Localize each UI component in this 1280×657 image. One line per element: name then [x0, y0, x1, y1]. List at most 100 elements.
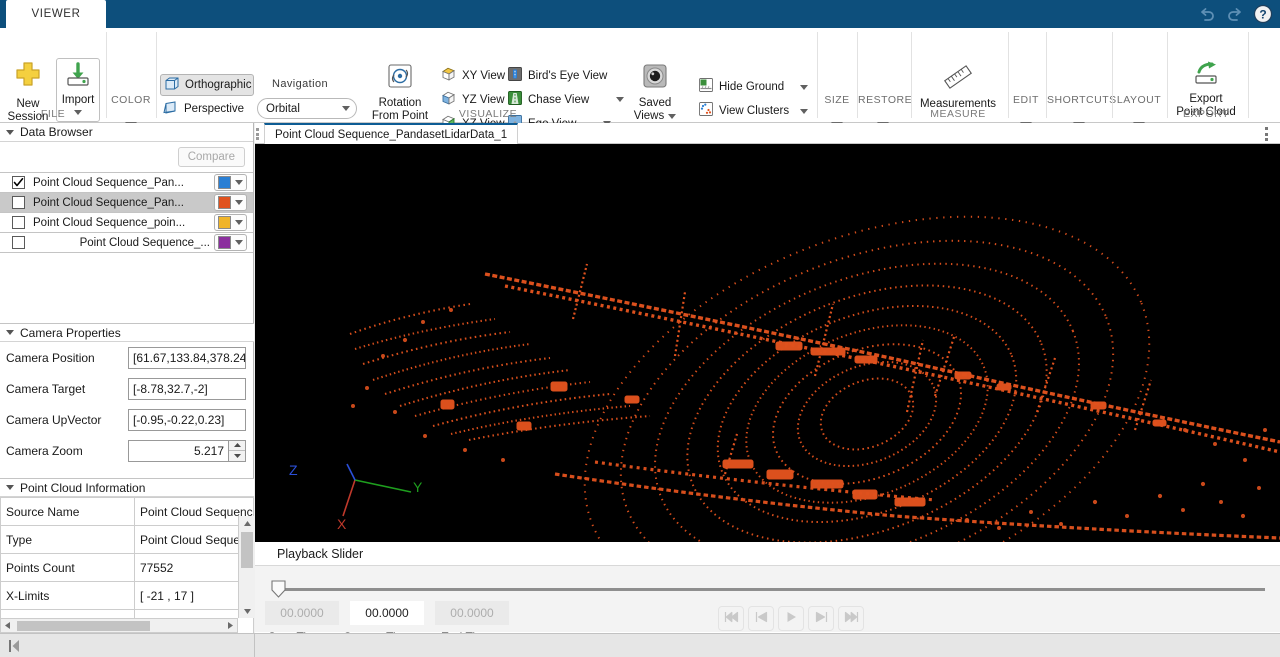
svg-text:X: X	[337, 516, 347, 532]
hide-ground-button[interactable]: Hide Ground	[695, 76, 787, 97]
color-swatch-control[interactable]	[214, 194, 247, 211]
camera-zoom-label: Camera Zoom	[6, 443, 83, 458]
color-chevron-down-icon[interactable]	[235, 180, 243, 185]
playback-slider-thumb[interactable]	[271, 580, 287, 598]
table-cell-value: Point Cloud Sequenc	[133, 525, 255, 554]
status-bar	[0, 633, 1280, 657]
scrollbar-thumb[interactable]	[241, 532, 253, 568]
play-icon	[784, 611, 799, 626]
redo-icon[interactable]	[1224, 3, 1246, 25]
projection-orthographic-button[interactable]: Orthographic	[160, 74, 254, 96]
list-item-label: Point Cloud Sequence_...	[79, 236, 210, 249]
tab-viewer[interactable]: VIEWER	[6, 0, 106, 28]
checkbox-checked-icon[interactable]	[12, 176, 25, 189]
color-group-label: COLOR	[111, 94, 151, 106]
chase-view-chevron-down-icon[interactable]	[616, 97, 625, 102]
color-chevron-down-icon[interactable]	[235, 220, 243, 225]
measurements-button[interactable]: Measurements	[912, 62, 1004, 111]
jump-to-end-button[interactable]	[838, 606, 864, 631]
camera-zoom-field[interactable]: 5.217	[128, 439, 229, 462]
point-cloud-information-table: Source Name Point Cloud Sequenc Type Poi…	[0, 497, 255, 638]
birds-eye-view-button[interactable]: Bird's Eye View	[504, 65, 610, 86]
help-icon[interactable]: ?	[1252, 3, 1274, 25]
play-button[interactable]	[778, 606, 804, 631]
camera-position-field[interactable]: [61.67,133.84,378.24	[128, 346, 246, 369]
scroll-left-icon[interactable]	[4, 619, 12, 633]
current-time-field[interactable]: 00.0000	[350, 601, 424, 625]
camera-properties-title: Camera Properties	[20, 325, 121, 340]
scrollbar-thumb[interactable]	[17, 621, 150, 631]
list-item[interactable]: Point Cloud Sequence_Pan...	[0, 193, 253, 213]
document-tab-label: Point Cloud Sequence_PandasetLidarData_1	[275, 128, 508, 141]
jump-to-start-icon	[724, 611, 739, 626]
hide-ground-chevron-down-icon[interactable]	[800, 85, 808, 90]
playback-slider-track[interactable]	[285, 588, 1265, 591]
table-row: Type Point Cloud Sequenc	[0, 525, 255, 554]
list-item[interactable]: Point Cloud Sequence_Pan...	[0, 173, 253, 193]
camera-properties-section: Camera Properties Camera Position [61.67…	[0, 323, 254, 466]
camera-zoom-stepper[interactable]	[229, 439, 246, 462]
data-browser-collapse-icon[interactable]	[6, 129, 14, 135]
stepper-down-icon[interactable]	[229, 451, 245, 461]
color-swatch-control[interactable]	[214, 174, 247, 191]
camera-properties-collapse-icon[interactable]	[6, 330, 14, 335]
point-cloud-information-collapse-icon[interactable]	[6, 485, 14, 490]
collapse-panel-icon[interactable]	[7, 638, 23, 657]
scroll-up-icon[interactable]	[239, 516, 255, 530]
xy-view-button[interactable]: XY View	[437, 65, 508, 86]
document-area: Point Cloud Sequence_PandasetLidarData_1	[255, 123, 1280, 644]
list-item[interactable]: Point Cloud Sequence_...	[0, 233, 253, 253]
checkbox-unchecked-icon[interactable]	[12, 236, 25, 249]
data-browser-header[interactable]: Data Browser	[0, 123, 253, 142]
color-swatch-control[interactable]	[214, 214, 247, 231]
navigation-label: Navigation	[272, 78, 328, 90]
scroll-down-icon[interactable]	[239, 604, 255, 618]
tab-drag-handle-icon[interactable]	[256, 128, 262, 140]
step-forward-icon	[814, 611, 829, 626]
color-swatch	[218, 196, 231, 209]
camera-properties-header[interactable]: Camera Properties	[0, 323, 254, 342]
yz-view-button[interactable]: YZ View	[437, 89, 508, 110]
camera-zoom-row: Camera Zoom 5.217	[0, 435, 254, 466]
checkbox-unchecked-icon[interactable]	[12, 216, 25, 229]
checkbox-unchecked-icon[interactable]	[12, 196, 25, 209]
table-cell-value: 77552	[133, 553, 255, 582]
compare-button[interactable]: Compare	[177, 147, 245, 167]
undo-icon[interactable]	[1196, 3, 1218, 25]
step-back-button[interactable]	[748, 606, 774, 631]
chase-view-button[interactable]: Chase View	[504, 89, 627, 110]
left-panel: Data Browser Compare Point Cloud Sequenc…	[0, 123, 255, 638]
scroll-right-icon[interactable]	[226, 619, 234, 633]
list-item[interactable]: Point Cloud Sequence_poin...	[0, 213, 253, 233]
point-cloud-information-header[interactable]: Point Cloud Information	[0, 478, 254, 497]
export-icon	[1191, 61, 1221, 91]
birds-eye-view-icon	[507, 66, 523, 85]
camera-upvector-field[interactable]: [-0.95,-0.22,0.23]	[128, 408, 246, 431]
color-swatch	[218, 176, 231, 189]
color-chevron-down-icon[interactable]	[235, 200, 243, 205]
document-tab[interactable]: Point Cloud Sequence_PandasetLidarData_1	[264, 123, 519, 144]
point-cloud-viewport[interactable]: X Y Z	[255, 144, 1280, 542]
group-label-visualize: VISUALIZE	[458, 108, 518, 120]
stepper-up-icon[interactable]	[229, 440, 245, 451]
table-horizontal-scrollbar[interactable]	[0, 618, 238, 633]
camera-position-row: Camera Position [61.67,133.84,378.24	[0, 342, 254, 373]
group-label-export: EXPORT	[1183, 108, 1229, 120]
document-options-icon[interactable]	[1260, 127, 1272, 141]
point-cloud-information-section: Point Cloud Information Source Name Poin…	[0, 478, 255, 638]
jump-to-start-button[interactable]	[718, 606, 744, 631]
orthographic-label: Orthographic	[185, 79, 252, 91]
chase-view-icon	[507, 90, 523, 109]
camera-target-field[interactable]: [-8.78,32.7,-2]	[128, 377, 246, 400]
point-cloud-render: X Y Z	[255, 144, 1280, 542]
table-vertical-scrollbar[interactable]	[238, 516, 254, 618]
playback-slider-title: Playback Slider	[277, 546, 364, 561]
table-cell-key: Source Name	[0, 497, 135, 526]
color-swatch-control[interactable]	[214, 234, 247, 251]
playback-slider-title-row: Playback Slider	[255, 542, 1280, 566]
step-forward-button[interactable]	[808, 606, 834, 631]
svg-text:?: ?	[1259, 8, 1266, 22]
playback-panel: Playback Slider 00.0000 Start Time 00.00…	[255, 542, 1280, 644]
color-chevron-down-icon[interactable]	[235, 240, 243, 245]
point-cloud-information-title: Point Cloud Information	[20, 480, 146, 495]
